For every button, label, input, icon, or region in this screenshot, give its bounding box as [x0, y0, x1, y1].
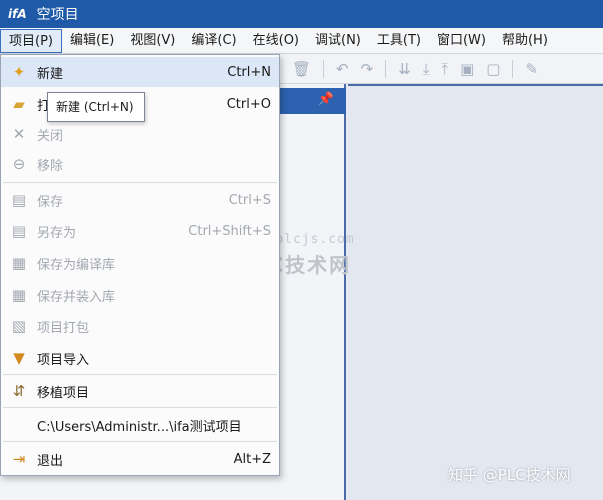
exit-icon: ⇥	[12, 450, 26, 468]
save-install-library-icon: ▦	[11, 286, 27, 304]
menu-online[interactable]: 在线(O)	[245, 29, 307, 53]
menu-item-save-install-library[interactable]: ▦ 保存并装入库	[1, 280, 279, 310]
menu-view[interactable]: 视图(V)	[122, 29, 183, 53]
menu-edit[interactable]: 编辑(E)	[62, 29, 122, 53]
edit-icon[interactable]: ✎	[525, 60, 538, 78]
toolbar-separator	[323, 59, 325, 78]
save-as-icon: ▤	[11, 222, 27, 240]
menu-item-shortcut: Ctrl+O	[226, 96, 271, 112]
menu-separator	[3, 407, 277, 408]
window-title: 空项目	[36, 7, 79, 23]
migrate-icon: ⇵	[12, 382, 26, 400]
download-icon[interactable]: ⤓	[423, 60, 430, 78]
menu-item-save-library[interactable]: ▦ 保存为编译库	[1, 248, 279, 278]
menu-window[interactable]: 窗口(W)	[429, 29, 494, 53]
menu-separator	[3, 374, 277, 375]
import-icon: ▼	[13, 349, 25, 367]
menu-item-label: 项目打包	[37, 320, 90, 336]
menu-item-label: 新建	[37, 66, 64, 82]
workspace-area	[348, 84, 603, 500]
upload-icon[interactable]: ⤒	[441, 60, 448, 78]
menu-item-recent-project[interactable]: C:\Users\Administr...\ifa测试项目	[1, 410, 279, 440]
toolbar-separator	[385, 59, 387, 78]
toolbar-separator	[512, 59, 514, 78]
toolbar: 🗑 ↶ ↷ ⇊ ⤓ ⤒ ▣ ▢ ✎	[278, 54, 603, 84]
redo-icon[interactable]: ↷	[361, 60, 374, 78]
menu-debug[interactable]: 调试(N)	[307, 29, 369, 53]
menu-item-label: 项目导入	[37, 352, 90, 368]
menu-item-label: C:\Users\Administr...\ifa测试项目	[37, 419, 242, 435]
title-bar: ifA 空项目	[0, 0, 603, 28]
menu-separator	[3, 182, 277, 183]
save-library-icon: ▦	[11, 254, 27, 272]
pin-icon[interactable]: 📌	[318, 92, 334, 107]
app-logo: ifA	[8, 7, 27, 21]
menu-item-shortcut: Ctrl+N	[227, 64, 271, 80]
close-icon: ✕	[12, 125, 26, 143]
menu-item-migrate[interactable]: ⇵ 移植项目	[1, 376, 279, 406]
menu-tools[interactable]: 工具(T)	[369, 29, 429, 53]
save-icon: ▤	[11, 191, 27, 209]
menu-compile[interactable]: 编译(C)	[183, 29, 244, 53]
menu-item-remove[interactable]: ⊖ 移除	[1, 149, 279, 179]
menu-item-label: 保存	[37, 194, 64, 210]
menu-item-save[interactable]: ▤ 保存 Ctrl+S	[1, 185, 279, 215]
undo-icon[interactable]: ↶	[336, 60, 349, 78]
menu-bar: 项目(P) 编辑(E) 视图(V) 编译(C) 在线(O) 调试(N) 工具(T…	[0, 28, 603, 54]
menu-item-label: 保存并装入库	[37, 289, 116, 305]
menu-item-label: 移除	[37, 158, 64, 174]
menu-item-shortcut: Ctrl+Shift+S	[188, 223, 271, 239]
watermark-credit: 知乎 @PLC技术网	[448, 466, 571, 484]
menu-item-save-as[interactable]: ▤ 另存为 Ctrl+Shift+S	[1, 216, 279, 246]
menu-item-exit[interactable]: ⇥ 退出 Alt+Z	[1, 444, 279, 474]
new-file-icon: ✦	[12, 63, 26, 81]
delete-icon[interactable]: 🗑	[292, 60, 311, 78]
menu-separator	[3, 441, 277, 442]
tooltip: 新建 (Ctrl+N)	[47, 92, 145, 122]
run-icon[interactable]: ▢	[486, 60, 500, 78]
monitor-icon[interactable]: ▣	[460, 60, 474, 78]
menu-project[interactable]: 项目(P)	[0, 28, 62, 53]
menu-item-label: 退出	[37, 453, 64, 469]
compile-icon[interactable]: ⇊	[398, 60, 411, 78]
menu-item-label: 关闭	[37, 128, 64, 144]
menu-item-new[interactable]: ✦ 新建 Ctrl+N	[1, 57, 279, 87]
menu-item-label: 保存为编译库	[37, 257, 116, 273]
menu-item-import[interactable]: ▼ 项目导入	[1, 343, 279, 373]
menu-item-close[interactable]: ✕ 关闭	[1, 119, 279, 149]
menu-help[interactable]: 帮助(H)	[494, 29, 556, 53]
menu-item-shortcut: Alt+Z	[233, 451, 271, 467]
menu-item-label: 移植项目	[37, 385, 90, 401]
menu-item-package[interactable]: ▧ 项目打包	[1, 311, 279, 341]
package-icon: ▧	[11, 317, 27, 335]
menu-item-label: 另存为	[37, 225, 77, 241]
folder-open-icon: ▰	[13, 95, 25, 113]
remove-icon: ⊖	[12, 155, 26, 173]
menu-item-shortcut: Ctrl+S	[228, 192, 271, 208]
